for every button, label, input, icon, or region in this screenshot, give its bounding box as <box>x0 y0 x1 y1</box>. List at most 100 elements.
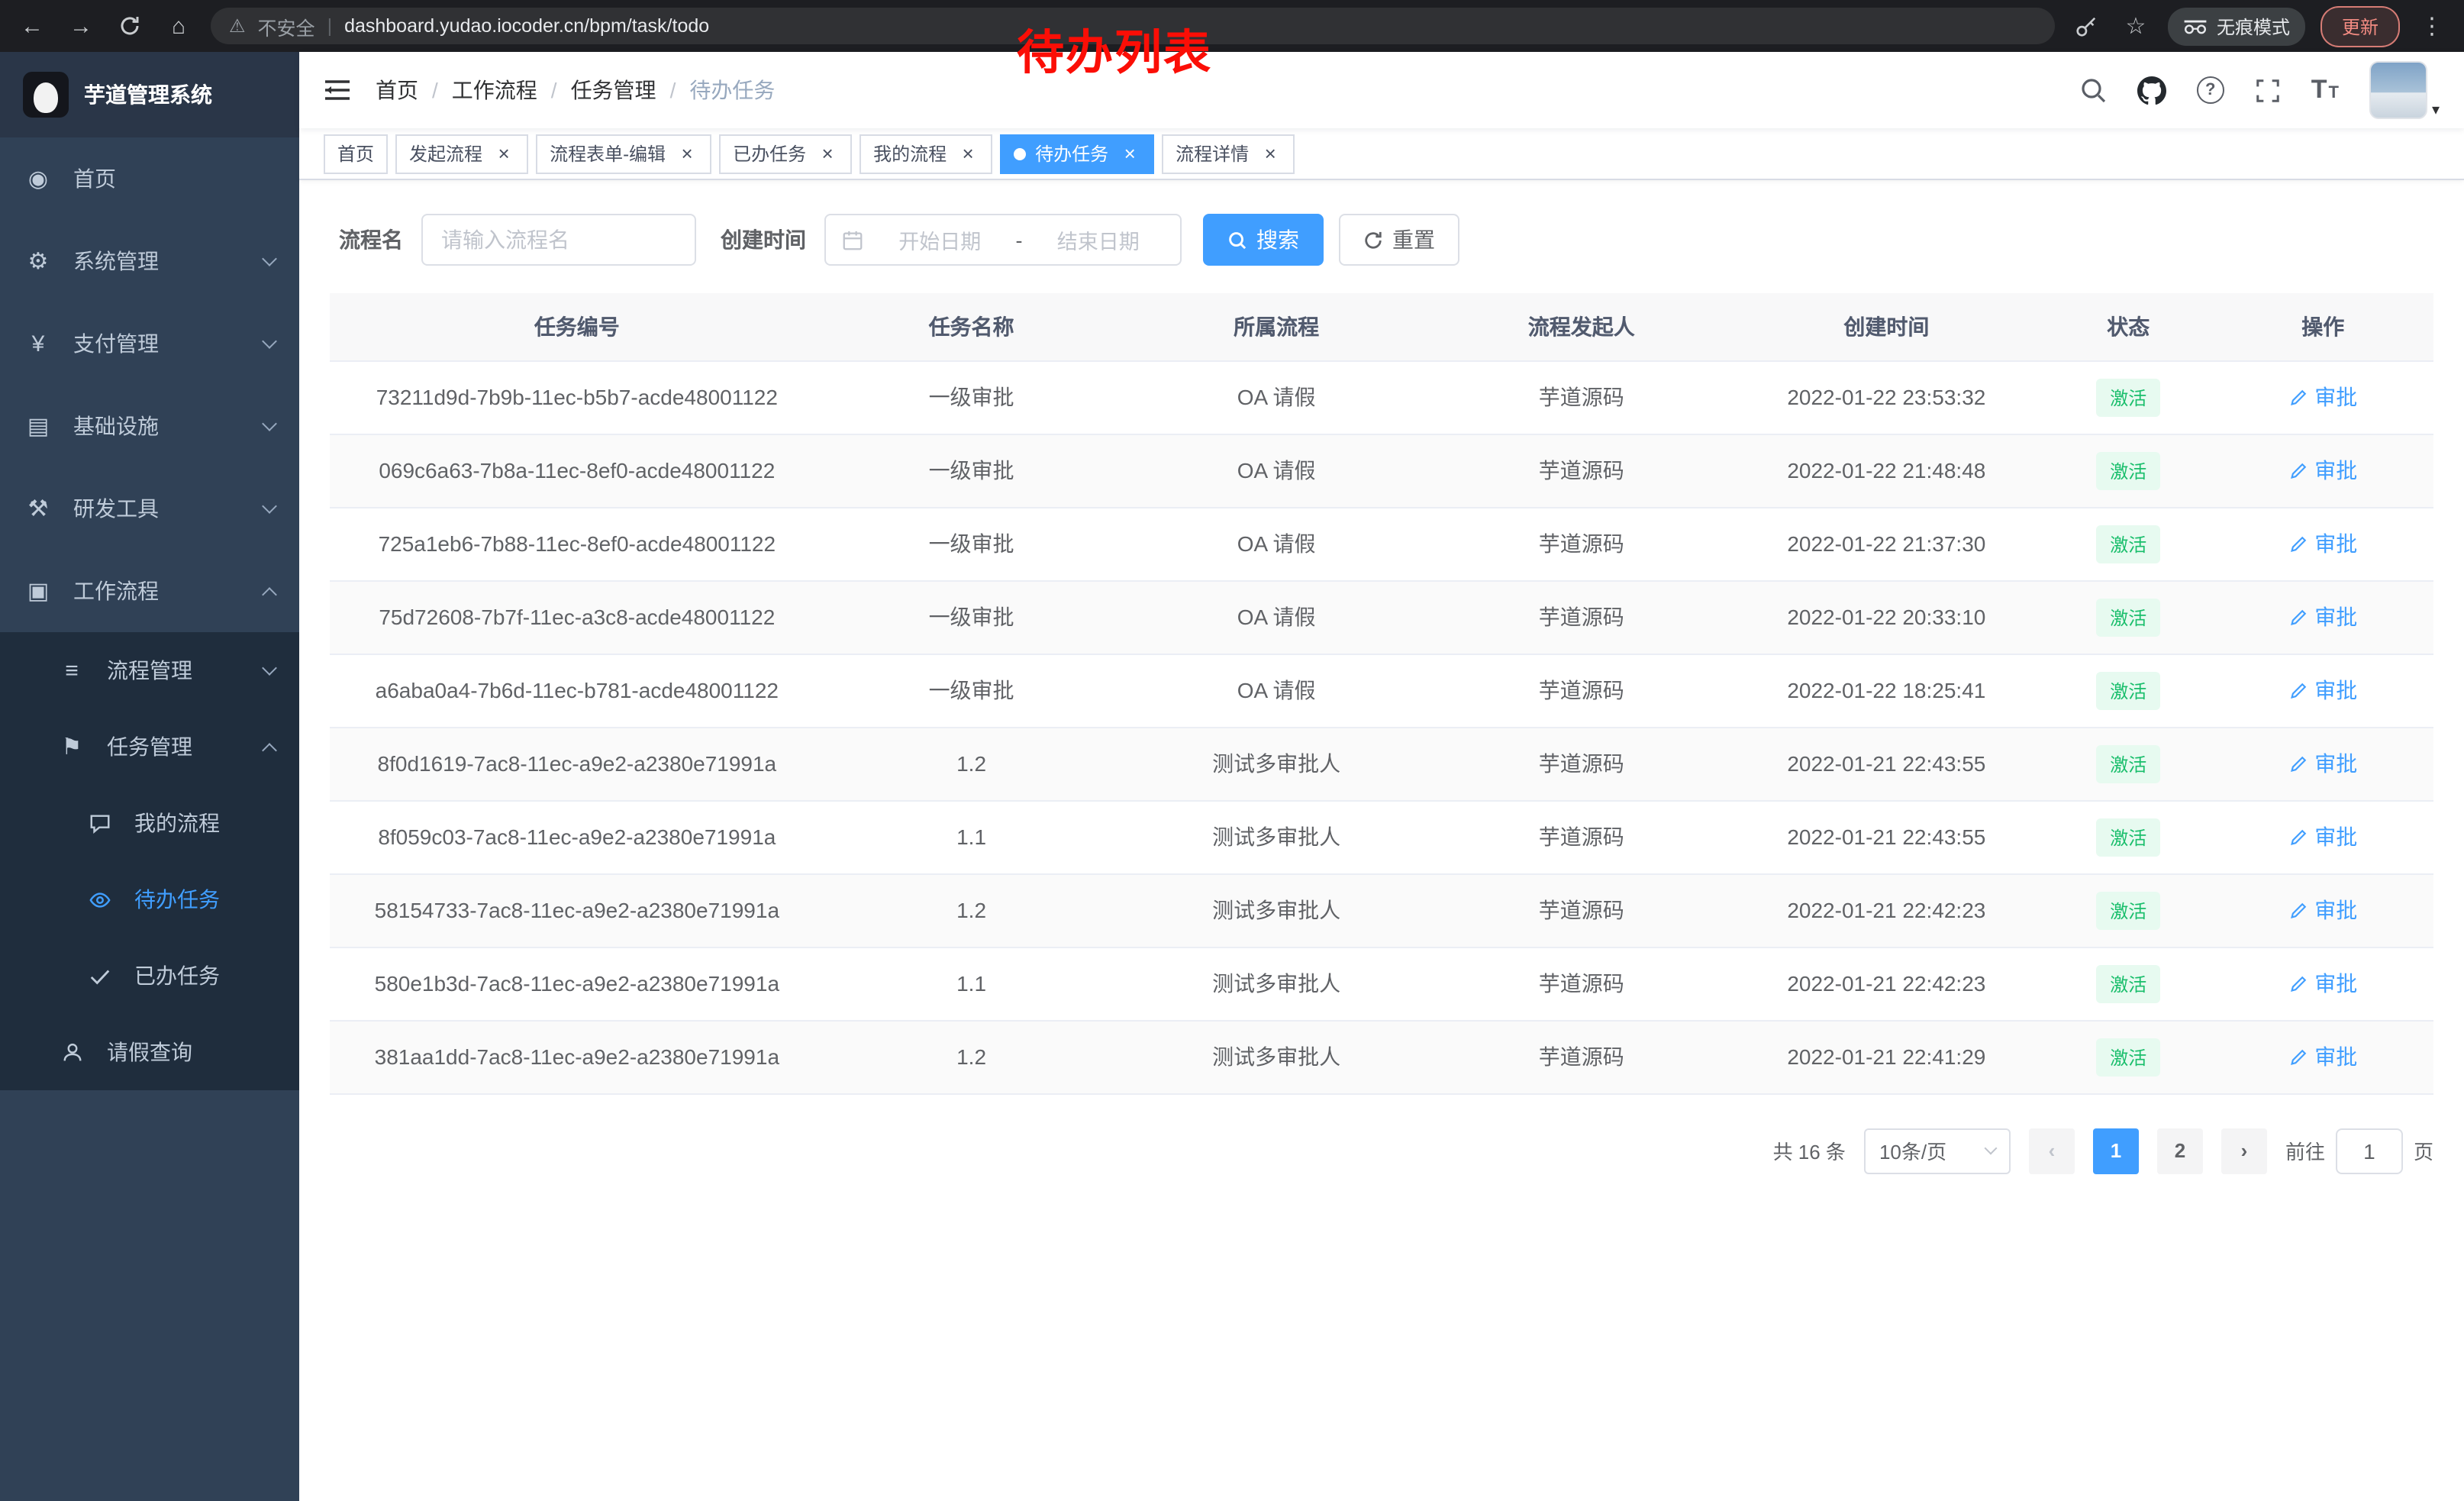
tab-label: 发起流程 <box>409 140 482 166</box>
forward-icon[interactable]: → <box>64 9 98 43</box>
reset-button[interactable]: 重置 <box>1339 214 1459 266</box>
prev-page-button[interactable]: ‹ <box>2029 1128 2075 1173</box>
next-page-button[interactable]: › <box>2221 1128 2267 1173</box>
sidebar-item-home[interactable]: ◉ 首页 <box>0 137 299 220</box>
update-button[interactable]: 更新 <box>2320 5 2400 47</box>
filter-bar: 流程名 创建时间 开始日期 - 结束日期 搜索 <box>330 214 2433 266</box>
help-icon[interactable]: ? <box>2197 76 2224 104</box>
chevron-down-icon <box>262 333 277 348</box>
sidebar-item-leave-query[interactable]: 请假查询 <box>0 1014 299 1090</box>
sidebar-item-devtools[interactable]: ⚒ 研发工具 <box>0 467 299 550</box>
tab-todo-task[interactable]: 待办任务 × <box>1000 134 1154 173</box>
star-icon[interactable]: ☆ <box>2119 9 2153 43</box>
status-badge: 激活 <box>2096 671 2160 709</box>
tab-my-process[interactable]: 我的流程 × <box>859 134 992 173</box>
close-icon[interactable]: × <box>676 143 698 164</box>
col-task-id: 任务编号 <box>330 293 824 360</box>
app-logo: 芋道管理系统 <box>0 52 299 137</box>
cell-task-name: 1.2 <box>824 1020 1119 1093</box>
user-menu[interactable]: ▾ <box>2369 61 2440 119</box>
hamburger-icon[interactable] <box>324 78 351 102</box>
search-button[interactable]: 搜索 <box>1203 214 1324 266</box>
cell-process: OA 请假 <box>1118 434 1434 507</box>
search-label: 搜索 <box>1256 224 1299 255</box>
chat-icon <box>85 812 113 834</box>
tab-label: 流程表单-编辑 <box>550 140 666 166</box>
goto-page-input[interactable] <box>2336 1128 2403 1173</box>
sidebar-item-my-process[interactable]: 我的流程 <box>0 785 299 861</box>
cell-process: 测试多审批人 <box>1118 727 1434 800</box>
approve-link[interactable]: 审批 <box>2288 455 2357 486</box>
approve-link[interactable]: 审批 <box>2288 1041 2357 1072</box>
sidebar-item-system[interactable]: ⚙ 系统管理 <box>0 220 299 302</box>
app-title: 芋道管理系统 <box>84 79 212 110</box>
refresh-icon[interactable] <box>113 9 147 43</box>
cell-process: 测试多审批人 <box>1118 800 1434 873</box>
tab-home[interactable]: 首页 <box>324 134 388 173</box>
breadcrumb-workflow[interactable]: 工作流程 <box>452 75 537 105</box>
approve-link[interactable]: 审批 <box>2288 675 2357 705</box>
avatar[interactable] <box>2369 61 2427 119</box>
close-icon[interactable]: × <box>493 143 514 164</box>
tab-process-form-edit[interactable]: 流程表单-编辑 × <box>536 134 711 173</box>
approve-link[interactable]: 审批 <box>2288 748 2357 779</box>
breadcrumb-task-mgmt[interactable]: 任务管理 <box>571 75 656 105</box>
sidebar-item-todo-task[interactable]: 待办任务 <box>0 861 299 938</box>
menu-dots-icon[interactable]: ⋮ <box>2415 9 2449 43</box>
sidebar-item-infrastructure[interactable]: ▤ 基础设施 <box>0 385 299 467</box>
approve-link[interactable]: 审批 <box>2288 968 2357 999</box>
cell-task-name: 一级审批 <box>824 360 1119 434</box>
github-icon[interactable] <box>2137 76 2166 105</box>
table-row: 580e1b3d-7ac8-11ec-a9e2-a2380e71991a 1.1… <box>330 947 2433 1020</box>
back-icon[interactable]: ← <box>15 9 49 43</box>
cell-task-name: 一级审批 <box>824 580 1119 654</box>
key-icon[interactable] <box>2070 9 2104 43</box>
page-button-1[interactable]: 1 <box>2093 1128 2139 1173</box>
breadcrumb-separator: / <box>432 78 438 102</box>
col-initiator: 流程发起人 <box>1434 293 1729 360</box>
date-range-picker[interactable]: 开始日期 - 结束日期 <box>824 214 1182 266</box>
cell-initiator: 芋道源码 <box>1434 434 1729 507</box>
edit-icon <box>2288 534 2308 554</box>
tab-start-process[interactable]: 发起流程 × <box>395 134 528 173</box>
approve-link[interactable]: 审批 <box>2288 822 2357 852</box>
tab-process-detail[interactable]: 流程详情 × <box>1162 134 1295 173</box>
tab-done-task[interactable]: 已办任务 × <box>719 134 852 173</box>
todo-task-table: 任务编号 任务名称 所属流程 流程发起人 创建时间 状态 操作 73211d9d… <box>330 293 2433 1094</box>
top-navbar: 首页 / 工作流程 / 任务管理 / 待办任务 ? <box>299 52 2464 128</box>
breadcrumb-home[interactable]: 首页 <box>376 75 418 105</box>
status-badge: 激活 <box>2096 818 2160 856</box>
sidebar-item-done-task[interactable]: 已办任务 <box>0 938 299 1014</box>
sidebar-item-payment[interactable]: ¥ 支付管理 <box>0 302 299 385</box>
process-name-input[interactable] <box>421 214 696 266</box>
approve-link[interactable]: 审批 <box>2288 895 2357 925</box>
approve-link[interactable]: 审批 <box>2288 382 2357 412</box>
close-icon[interactable]: × <box>1259 143 1281 164</box>
chevron-down-icon <box>262 498 277 513</box>
cell-initiator: 芋道源码 <box>1434 800 1729 873</box>
tab-label: 已办任务 <box>733 140 806 166</box>
approve-link[interactable]: 审批 <box>2288 528 2357 559</box>
search-icon[interactable] <box>2079 76 2107 104</box>
start-date-placeholder[interactable]: 开始日期 <box>873 224 1007 255</box>
fullscreen-icon[interactable] <box>2255 77 2281 103</box>
caret-down-icon: ▾ <box>2432 102 2440 119</box>
cell-process: 测试多审批人 <box>1118 947 1434 1020</box>
font-size-icon[interactable]: TT <box>2311 75 2339 105</box>
page-size-select[interactable]: 10条/页 <box>1864 1128 2011 1173</box>
sidebar-item-process-mgmt[interactable]: ≡ 流程管理 <box>0 632 299 709</box>
home-icon[interactable]: ⌂ <box>162 9 195 43</box>
close-icon[interactable]: × <box>1119 143 1140 164</box>
close-icon[interactable]: × <box>957 143 979 164</box>
edit-icon <box>2288 387 2308 407</box>
cell-task-id: 8f0d1619-7ac8-11ec-a9e2-a2380e71991a <box>330 727 824 800</box>
sidebar-item-workflow[interactable]: ▣ 工作流程 <box>0 550 299 632</box>
approve-link[interactable]: 审批 <box>2288 602 2357 632</box>
goto-label: 前往 <box>2285 1136 2325 1165</box>
cell-process: OA 请假 <box>1118 654 1434 727</box>
sidebar-item-task-mgmt[interactable]: ⚑ 任务管理 <box>0 709 299 785</box>
end-date-placeholder[interactable]: 结束日期 <box>1032 224 1166 255</box>
page-size-value: 10条/页 <box>1879 1136 1946 1165</box>
close-icon[interactable]: × <box>817 143 838 164</box>
page-button-2[interactable]: 2 <box>2157 1128 2203 1173</box>
